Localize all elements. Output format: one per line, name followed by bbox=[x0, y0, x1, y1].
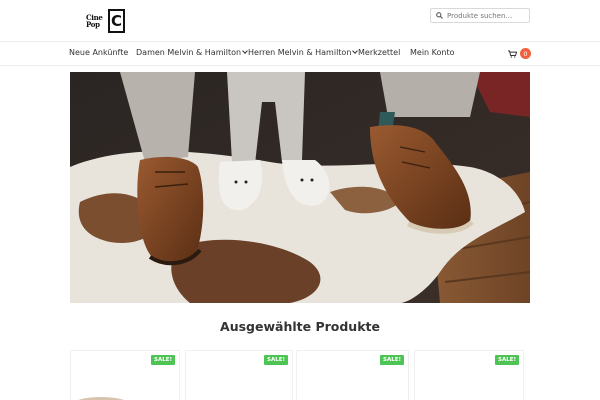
nav-item-account[interactable]: Mein Konto bbox=[410, 48, 455, 57]
cart-button[interactable]: 0 bbox=[508, 48, 531, 59]
cart-count-badge: 0 bbox=[520, 48, 531, 59]
search-icon bbox=[436, 12, 443, 19]
logo-letter: C bbox=[108, 8, 125, 33]
nav-item-label: Neue Ankünfte bbox=[69, 48, 129, 57]
product-card[interactable]: SALE! bbox=[414, 350, 524, 400]
product-card[interactable]: SALE! bbox=[296, 350, 409, 400]
nav-item-label: Herren Melvin & Hamilton bbox=[248, 48, 352, 57]
product-card[interactable]: SALE! bbox=[70, 350, 180, 400]
search-box[interactable] bbox=[430, 8, 530, 23]
site-logo[interactable]: Cine Pop C bbox=[86, 8, 126, 33]
site-header: Cine Pop C bbox=[0, 0, 600, 42]
hero-image bbox=[70, 72, 530, 303]
sale-badge: SALE! bbox=[380, 355, 404, 365]
sale-badge: SALE! bbox=[264, 355, 288, 365]
nav-item-women[interactable]: Damen Melvin & Hamilton bbox=[136, 48, 248, 57]
nav-item-label: Merkzettel bbox=[358, 48, 401, 57]
main-nav: Neue Ankünfte Damen Melvin & Hamilton He… bbox=[0, 42, 600, 66]
nav-item-label: Mein Konto bbox=[410, 48, 455, 57]
nav-item-new-arrivals[interactable]: Neue Ankünfte bbox=[69, 48, 128, 57]
nav-item-label: Damen Melvin & Hamilton bbox=[136, 48, 242, 57]
nav-item-wishlist[interactable]: Merkzettel bbox=[358, 48, 400, 57]
cart-icon bbox=[508, 50, 517, 58]
logo-text: Cine Pop bbox=[86, 12, 103, 29]
nav-item-men[interactable]: Herren Melvin & Hamilton bbox=[248, 48, 359, 57]
hero-photo bbox=[70, 72, 530, 303]
featured-products-title: Ausgewählte Produkte bbox=[220, 319, 380, 334]
sale-badge: SALE! bbox=[495, 355, 519, 365]
search-input[interactable] bbox=[447, 11, 527, 20]
product-thumbnail bbox=[78, 397, 124, 400]
product-card[interactable]: SALE! bbox=[185, 350, 293, 400]
